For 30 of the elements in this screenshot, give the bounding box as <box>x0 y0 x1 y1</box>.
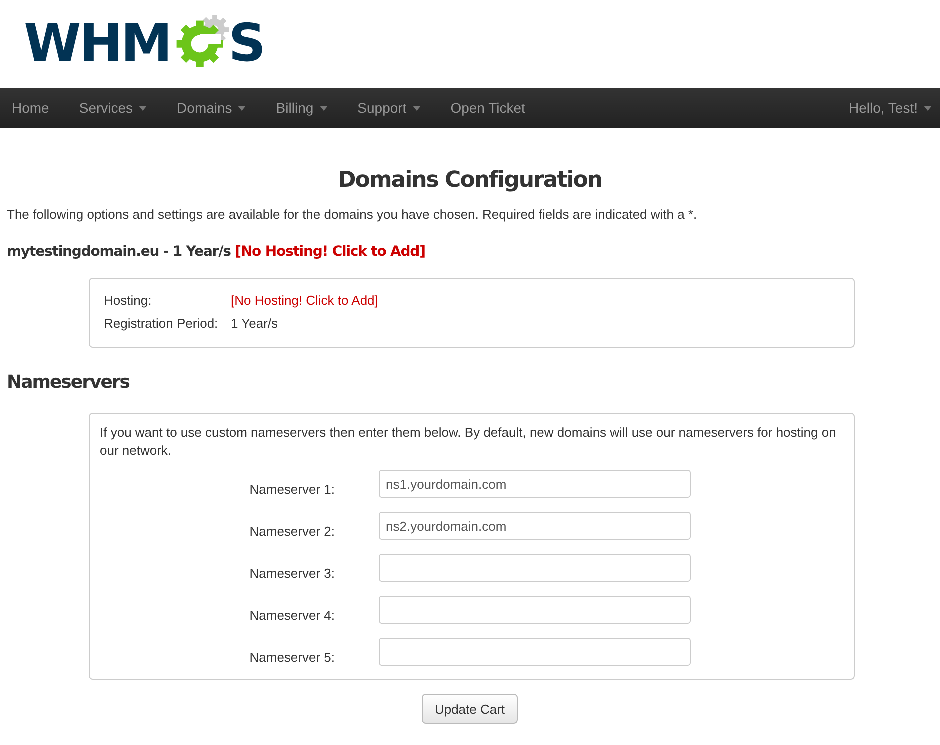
nameserver-field[interactable] <box>379 596 691 624</box>
detail-value: 1 Year/s <box>231 315 278 333</box>
nameserver-field[interactable]: ns1.yourdomain.com <box>379 470 691 498</box>
update-cart-button[interactable]: Update Cart <box>422 694 518 724</box>
page-title: Domains Configuration <box>336 168 604 193</box>
nav-link[interactable]: Services <box>67 100 162 116</box>
nameserver-field[interactable]: ns2.yourdomain.com <box>379 512 691 540</box>
nav-link[interactable]: Domains <box>165 100 262 116</box>
nameservers-note: If you want to use custom nameservers then enter them below. By default, new domains will use our nameservers for hosting on our network. <box>100 424 838 460</box>
add-hosting-link[interactable]: [No Hosting! Click to Add] <box>235 244 426 260</box>
field-label: Nameserver 1: <box>248 480 336 496</box>
logo-text: S <box>228 18 264 70</box>
detail-label: Hosting: <box>104 292 153 310</box>
logo-text: WHM <box>24 18 171 70</box>
add-hosting-link[interactable]: [No Hosting! Click to Add] <box>231 289 378 312</box>
field-label: Nameserver 5: <box>248 648 336 664</box>
detail-label: Registration Period: <box>104 315 220 333</box>
section-heading: Nameservers <box>7 372 131 393</box>
field-label: Nameserver 4: <box>248 606 336 622</box>
nav-link[interactable]: Support <box>346 100 436 116</box>
nameserver-field[interactable] <box>379 638 691 666</box>
nameserver-field[interactable] <box>379 554 691 582</box>
nav-link[interactable]: Open Ticket <box>438 100 540 116</box>
domain-heading: mytestingdomain.eu - 1 Year/s <box>7 244 231 260</box>
field-label: Nameserver 3: <box>248 564 336 580</box>
nav-link[interactable]: Billing <box>264 100 343 116</box>
intro-text: The following options and settings are available for the domains you have chosen. Required fields are indicated with a *. <box>7 207 698 222</box>
field-label: Nameserver 2: <box>248 522 336 538</box>
nav-link[interactable]: Home <box>0 100 64 116</box>
user-menu[interactable]: Hello, Test! <box>837 100 940 116</box>
